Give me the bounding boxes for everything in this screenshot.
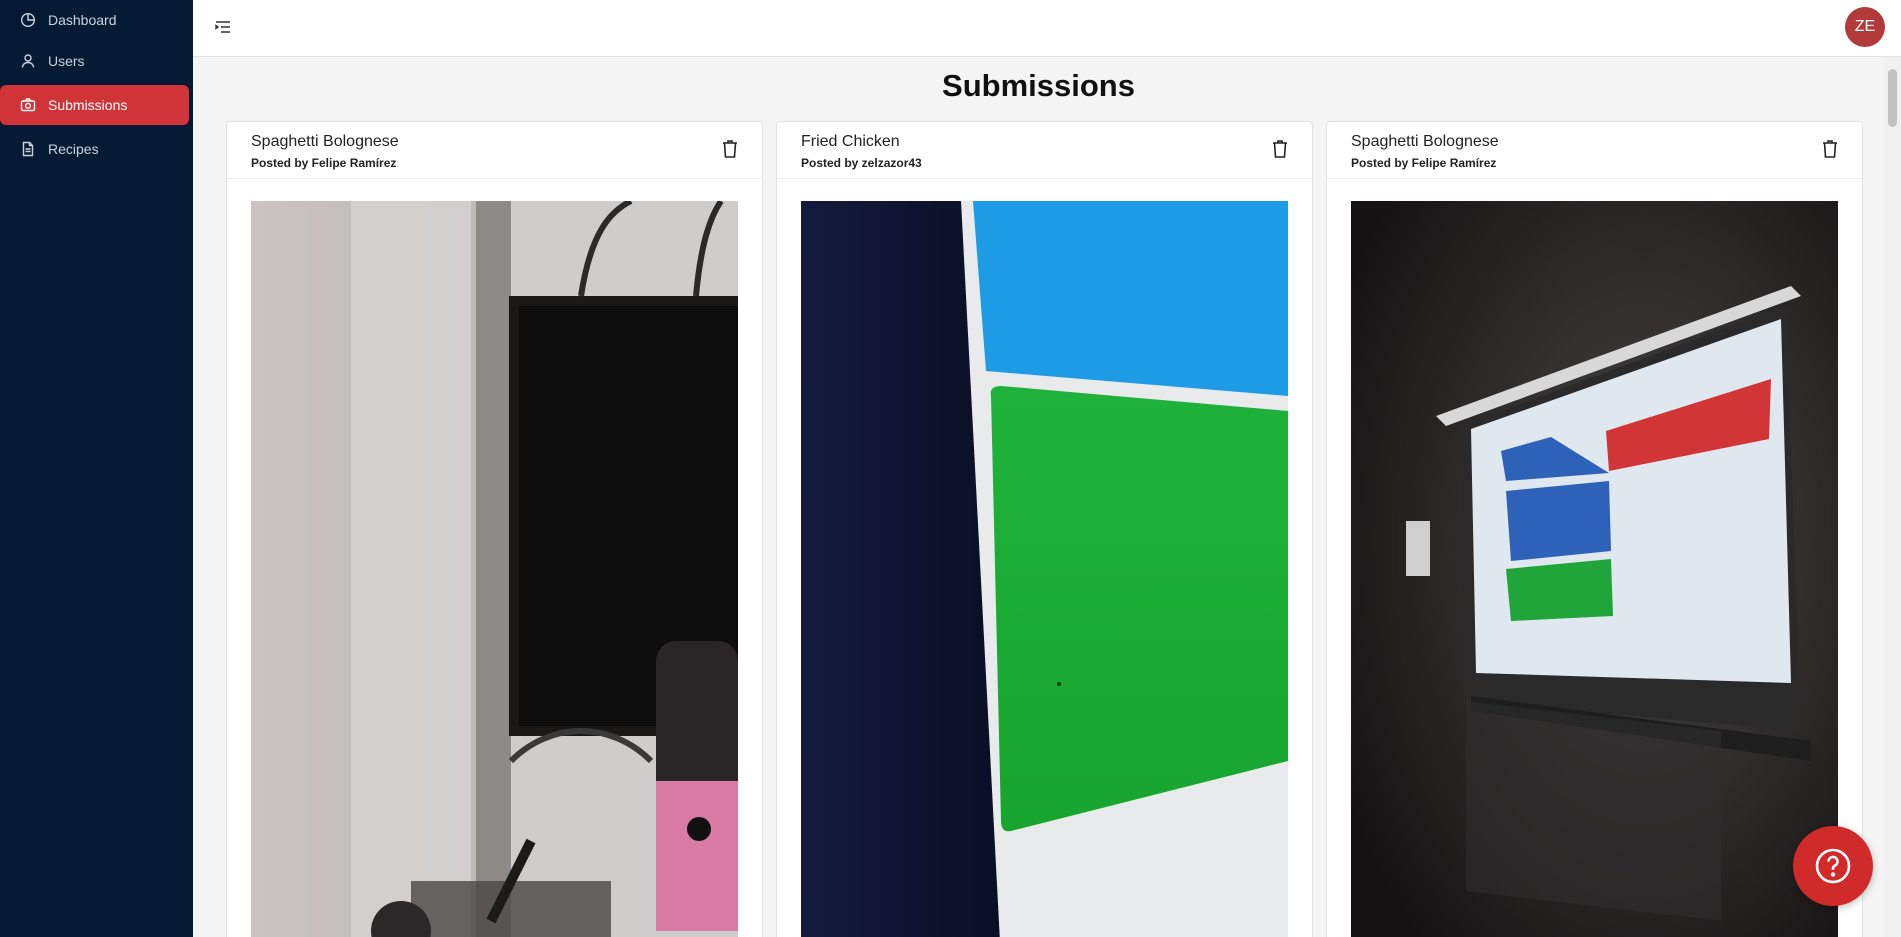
scrollbar-thumb[interactable] <box>1888 69 1897 127</box>
sidebar: Dashboard Users Submissions Recipes <box>0 0 193 937</box>
submission-photo[interactable] <box>801 201 1288 937</box>
top-bar: ZE <box>193 0 1901 57</box>
sidebar-item-dashboard[interactable]: Dashboard <box>0 0 189 40</box>
card-author: Posted by zelzazor43 <box>801 156 922 170</box>
submission-photo[interactable] <box>251 201 738 937</box>
user-icon <box>20 53 36 69</box>
card-title: Spaghetti Bolognese <box>251 133 399 150</box>
sidebar-item-submissions[interactable]: Submissions <box>0 85 189 125</box>
sidebar-item-label: Recipes <box>48 141 99 157</box>
submission-photo[interactable] <box>1351 201 1838 937</box>
sidebar-item-label: Dashboard <box>48 12 117 28</box>
submission-card: Spaghetti Bolognese Posted by Felipe Ram… <box>1326 121 1863 937</box>
card-title: Fried Chicken <box>801 133 900 150</box>
sidebar-item-label: Users <box>48 53 85 69</box>
page-scrollbar[interactable] <box>1884 57 1901 937</box>
sidebar-item-recipes[interactable]: Recipes <box>0 129 189 169</box>
sidebar-item-users[interactable]: Users <box>0 41 189 81</box>
trash-icon[interactable] <box>1270 138 1290 160</box>
card-header: Spaghetti Bolognese Posted by Felipe Ram… <box>227 122 762 179</box>
card-title: Spaghetti Bolognese <box>1351 133 1499 150</box>
help-circle-icon <box>1815 848 1851 884</box>
document-icon <box>20 141 36 157</box>
submission-card: Fried Chicken Posted by zelzazor43 <box>776 121 1313 937</box>
camera-icon <box>20 97 36 113</box>
card-header: Fried Chicken Posted by zelzazor43 <box>777 122 1312 179</box>
page-title: Submissions <box>942 68 1135 103</box>
submission-card: Spaghetti Bolognese Posted by Felipe Ram… <box>226 121 763 937</box>
help-button[interactable] <box>1793 826 1873 906</box>
sidebar-item-label: Submissions <box>48 97 128 113</box>
card-header: Spaghetti Bolognese Posted by Felipe Ram… <box>1327 122 1862 179</box>
trash-icon[interactable] <box>1820 138 1840 160</box>
trash-icon[interactable] <box>720 138 740 160</box>
avatar[interactable]: ZE <box>1845 7 1885 47</box>
menu-collapse-icon[interactable] <box>213 17 233 37</box>
dashboard-icon <box>20 12 36 28</box>
card-author: Posted by Felipe Ramírez <box>251 156 397 170</box>
card-author: Posted by Felipe Ramírez <box>1351 156 1497 170</box>
